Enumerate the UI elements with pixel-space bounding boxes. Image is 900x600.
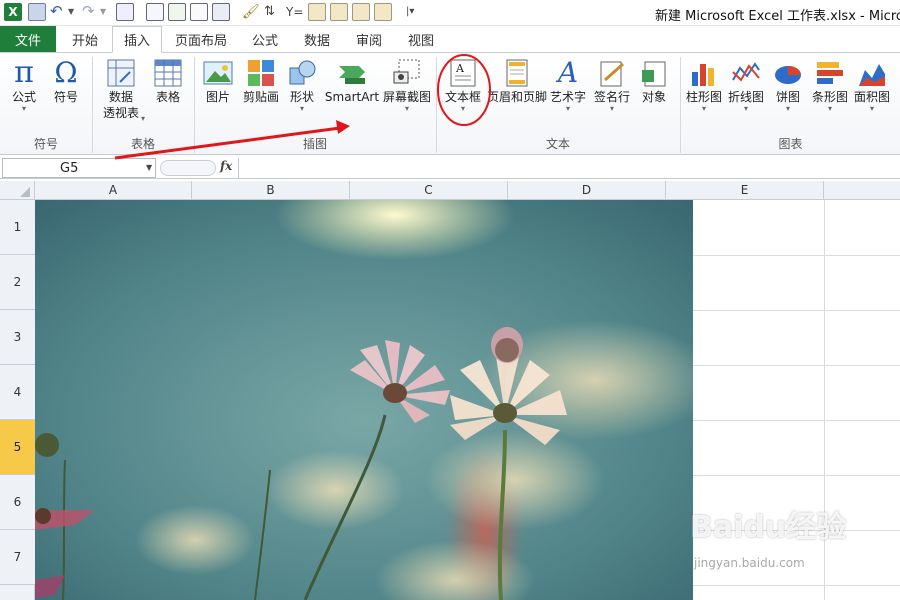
watermark-url: jingyan.baidu.com [694,556,805,570]
baidu-watermark: Baidu经验 jingyan.baidu.com [690,498,860,578]
annotation-arrowhead [336,120,350,134]
annotation-circle [437,54,491,126]
watermark-brand: Baidu经验 [690,510,847,545]
annotation-arrow-line [114,126,341,160]
